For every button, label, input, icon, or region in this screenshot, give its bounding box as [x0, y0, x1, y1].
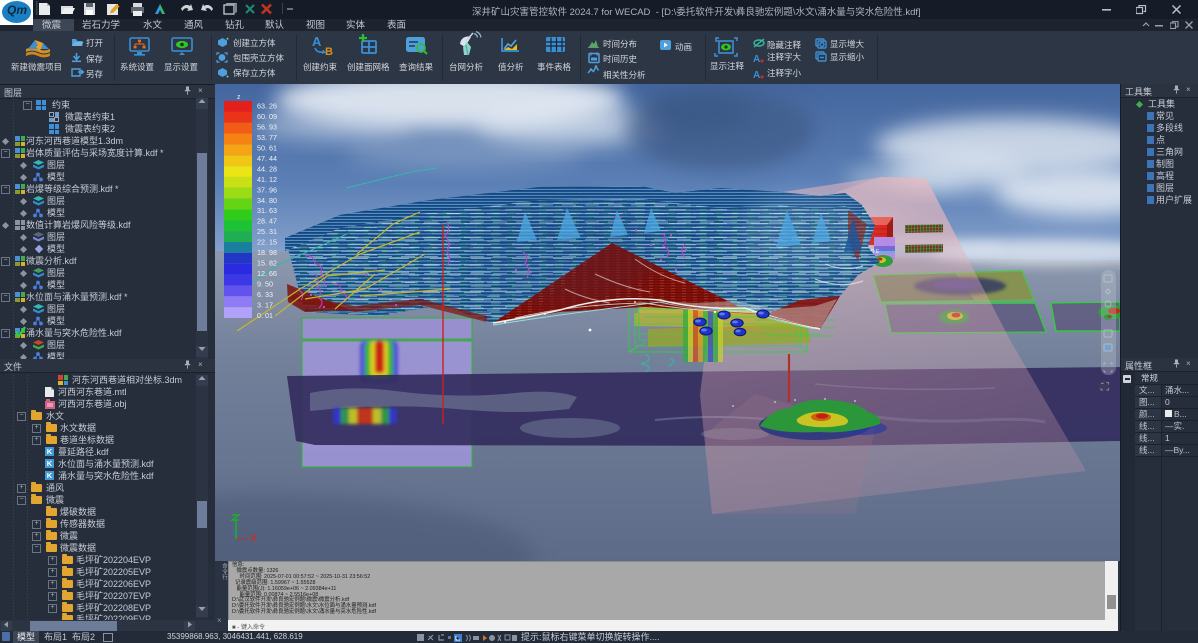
- svg-text:6. 33: 6. 33: [257, 290, 273, 299]
- svg-text:3. 17: 3. 17: [257, 300, 273, 309]
- svg-text:A: A: [753, 70, 760, 81]
- svg-text:12. 66: 12. 66: [257, 269, 277, 278]
- svg-text:15. 82: 15. 82: [257, 259, 277, 268]
- svg-text:z: z: [237, 94, 241, 101]
- svg-text:41. 12: 41. 12: [257, 175, 277, 184]
- svg-text:34. 80: 34. 80: [257, 196, 277, 205]
- svg-text:A: A: [753, 54, 760, 65]
- svg-text:44. 28: 44. 28: [257, 164, 277, 173]
- svg-text:47. 44: 47. 44: [257, 154, 277, 163]
- svg-text:B: B: [325, 46, 333, 58]
- svg-text:31. 63: 31. 63: [257, 206, 277, 215]
- svg-text:50. 61: 50. 61: [257, 143, 277, 152]
- svg-text:A: A: [312, 34, 322, 49]
- svg-text:53. 77: 53. 77: [257, 133, 277, 142]
- svg-text:56. 93: 56. 93: [257, 123, 277, 132]
- svg-text:0. 01: 0. 01: [257, 311, 273, 320]
- svg-text:25. 31: 25. 31: [257, 227, 277, 236]
- svg-text:28. 47: 28. 47: [257, 217, 277, 226]
- svg-text:18. 98: 18. 98: [257, 248, 277, 257]
- svg-text:60. 09: 60. 09: [257, 112, 277, 121]
- svg-text:9. 50: 9. 50: [257, 280, 273, 289]
- svg-text:22. 15: 22. 15: [257, 238, 277, 247]
- svg-text:37. 96: 37. 96: [257, 185, 277, 194]
- svg-text:63. 26: 63. 26: [257, 102, 277, 111]
